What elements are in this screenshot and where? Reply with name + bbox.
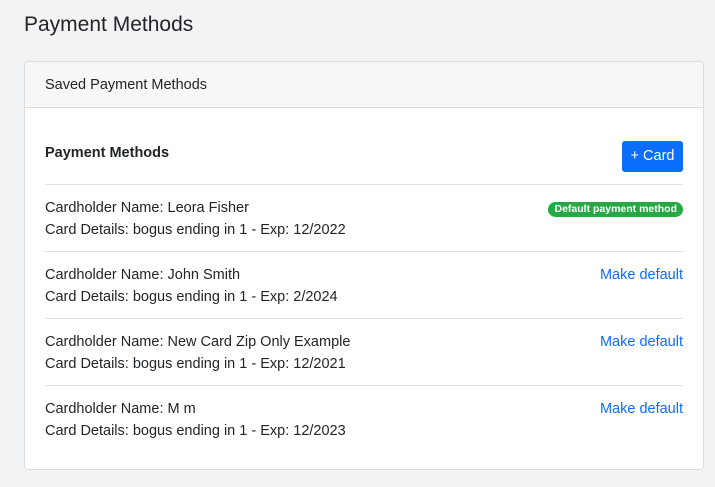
payment-method-row: Cardholder Name: Leora Fisher Card Detai… (45, 185, 683, 252)
card-details: Card Details: bogus ending in 1 - Exp: 2… (45, 289, 338, 305)
cardholder-name: Cardholder Name: M m (45, 401, 196, 417)
saved-payment-methods-card: Saved Payment Methods Payment Methods + … (24, 61, 704, 470)
section-header: Payment Methods + Card (45, 109, 683, 185)
default-payment-badge: Default payment method (548, 202, 683, 217)
cardholder-name: Cardholder Name: New Card Zip Only Examp… (45, 334, 351, 350)
card-body: Payment Methods + Card Cardholder Name: … (45, 109, 683, 452)
card-details: Card Details: bogus ending in 1 - Exp: 1… (45, 356, 346, 372)
section-title: Payment Methods (45, 145, 170, 161)
card-details: Card Details: bogus ending in 1 - Exp: 1… (45, 222, 346, 238)
make-default-link[interactable]: Make default (600, 333, 683, 351)
page-title: Payment Methods (24, 13, 194, 36)
make-default-link[interactable]: Make default (600, 400, 683, 418)
card-header: Saved Payment Methods (25, 62, 703, 108)
payment-method-row: Cardholder Name: M m Card Details: bogus… (45, 386, 683, 452)
add-card-button[interactable]: + Card (622, 141, 683, 172)
cardholder-name: Cardholder Name: Leora Fisher (45, 200, 249, 216)
cardholder-name: Cardholder Name: John Smith (45, 267, 241, 283)
payment-method-row: Cardholder Name: New Card Zip Only Examp… (45, 319, 683, 386)
make-default-link[interactable]: Make default (600, 266, 683, 284)
card-details: Card Details: bogus ending in 1 - Exp: 1… (45, 423, 346, 439)
payment-method-row: Cardholder Name: John Smith Card Details… (45, 252, 683, 319)
